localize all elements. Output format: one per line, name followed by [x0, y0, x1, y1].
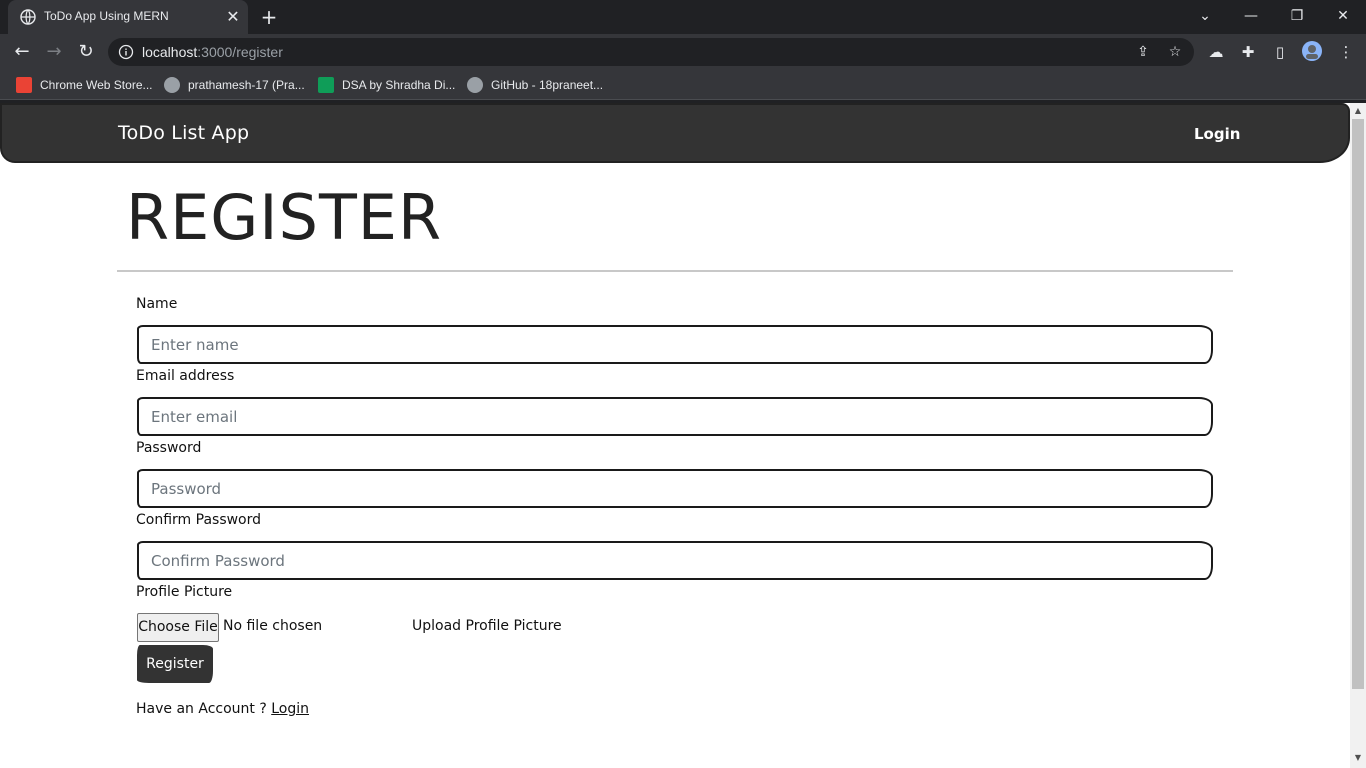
page-title: REGISTER [126, 181, 443, 254]
close-window-icon[interactable]: ✕ [1320, 0, 1366, 32]
upload-profile-picture-button[interactable]: Upload Profile Picture [412, 618, 562, 634]
password-input[interactable] [137, 469, 1213, 508]
confirm-password-input[interactable] [137, 541, 1213, 580]
tab-close-icon[interactable]: ✕ [224, 8, 242, 26]
puzzle-icon[interactable]: ✚ [1238, 40, 1258, 64]
reload-icon[interactable]: ↻ [74, 40, 98, 64]
file-status: No file chosen [223, 618, 323, 634]
github-icon [164, 77, 180, 93]
bookmark-star-icon[interactable]: ☆ [1166, 43, 1184, 61]
scroll-down-icon[interactable]: ▼ [1354, 754, 1362, 762]
avatar[interactable] [1300, 40, 1324, 64]
confirm-password-label: Confirm Password [136, 512, 262, 528]
back-icon[interactable]: ← [10, 40, 34, 64]
forward-icon[interactable]: → [42, 40, 66, 64]
bookmark-label: GitHub - 18praneet... [491, 78, 604, 92]
url-text: localhost:3000/register [142, 44, 283, 60]
browser-chrome: ToDo App Using MERN ✕ + ⌄ — ❐ ✕ ← → ↻ lo… [0, 0, 1366, 103]
app-navbar: ToDo List App Login [0, 103, 1350, 163]
scrollbar-thumb[interactable] [1352, 119, 1364, 689]
choose-file-button[interactable]: Choose File [137, 613, 219, 642]
brand-link[interactable]: ToDo List App [118, 122, 249, 144]
tab-search-icon[interactable]: ⌄ [1182, 0, 1228, 32]
bookmark-label: prathamesh-17 (Pra... [188, 78, 305, 92]
name-input[interactable] [137, 325, 1213, 364]
bookmark-item[interactable]: DSA by Shradha Di... [318, 76, 455, 94]
profile-picture-label: Profile Picture [136, 584, 233, 600]
browser-toolbar: ← → ↻ localhost:3000/register ⇪ ☆ ☁ ✚ ▯ … [0, 34, 1366, 70]
tab-strip: ToDo App Using MERN ✕ + ⌄ — ❐ ✕ [0, 0, 1366, 34]
email-input[interactable] [137, 397, 1213, 436]
bookmarks-bar: Chrome Web Store... prathamesh-17 (Pra..… [0, 70, 1366, 100]
name-label: Name [136, 296, 178, 312]
register-button[interactable]: Register [137, 645, 213, 683]
new-tab-icon[interactable]: + [258, 6, 280, 28]
browser-tab[interactable]: ToDo App Using MERN ✕ [8, 0, 248, 34]
bookmark-item[interactable]: Chrome Web Store... [16, 76, 153, 94]
nav-login-link[interactable]: Login [1194, 125, 1240, 143]
scrollbar[interactable]: ▲ ▼ [1350, 103, 1366, 768]
bookmark-label: Chrome Web Store... [40, 78, 153, 92]
sheets-icon [318, 77, 334, 93]
bookmark-item[interactable]: GitHub - 18praneet... [467, 76, 603, 94]
divider [117, 270, 1233, 272]
chrome-web-store-icon [16, 77, 32, 93]
address-bar[interactable]: localhost:3000/register ⇪ ☆ [108, 38, 1194, 66]
email-label: Email address [136, 368, 235, 384]
password-label: Password [136, 440, 202, 456]
extension-icon[interactable]: ☁ [1206, 40, 1226, 64]
have-account-label: Have an Account ? [136, 701, 267, 717]
login-link[interactable]: Login [271, 701, 309, 717]
side-panel-icon[interactable]: ▯ [1270, 40, 1290, 64]
restore-icon[interactable]: ❐ [1274, 0, 1320, 32]
page-viewport: ToDo List App Login REGISTER Name Email … [0, 103, 1350, 768]
minimize-icon[interactable]: — [1228, 0, 1274, 32]
bookmark-item[interactable]: prathamesh-17 (Pra... [164, 76, 305, 94]
globe-icon [20, 9, 36, 25]
scroll-up-icon[interactable]: ▲ [1354, 107, 1362, 115]
bookmark-label: DSA by Shradha Di... [342, 78, 456, 92]
info-icon[interactable] [118, 44, 134, 60]
share-icon[interactable]: ⇪ [1134, 43, 1152, 61]
tab-title: ToDo App Using MERN [44, 9, 169, 23]
github-icon [467, 77, 483, 93]
menu-icon[interactable]: ⋮ [1336, 40, 1356, 64]
have-account-text: Have an Account ? Login [136, 701, 309, 717]
